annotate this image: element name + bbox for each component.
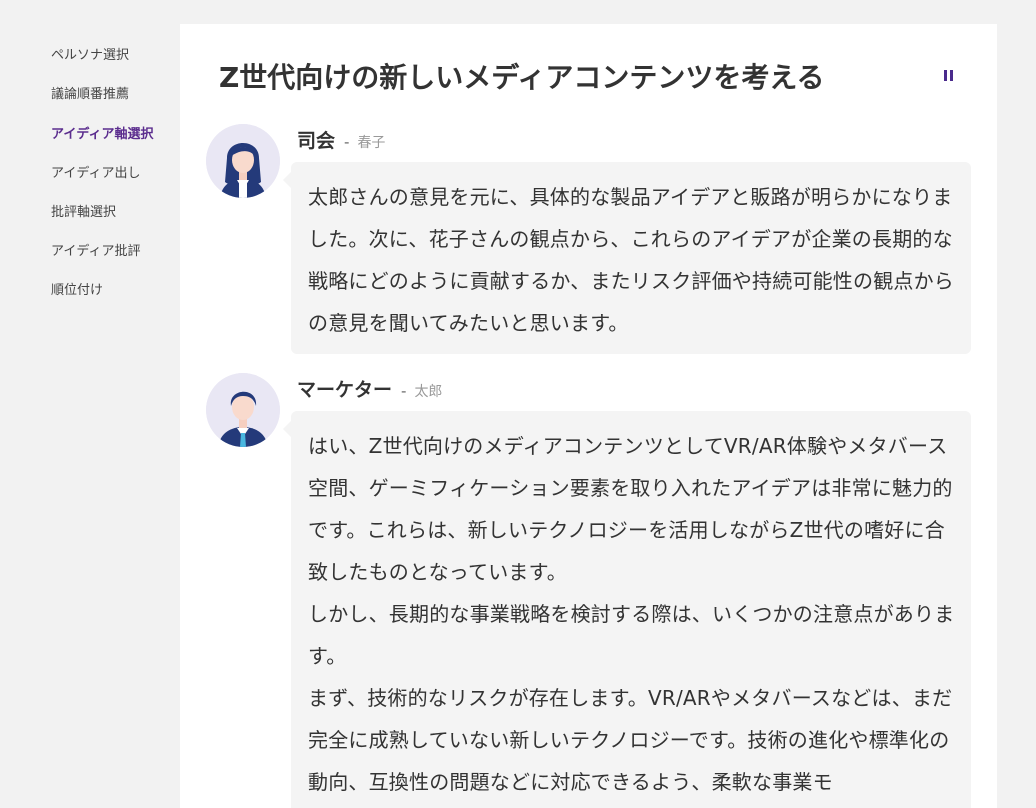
discussion-panel: Z世代向けの新しいメディアコンテンツを考える 司会 - 春子 太郎さんの意見を元… (180, 24, 997, 808)
message-text: はい、Z世代向けのメディアコンテンツとしてVR/AR体験やメタバース空間、ゲーミ… (308, 434, 953, 584)
sidebar-item-idea-critique[interactable]: アイディア批評 (51, 240, 140, 259)
sidebar-item-idea-axis-select[interactable]: アイディア軸選択 (51, 123, 153, 142)
sidebar-item-persona-select[interactable]: ペルソナ選択 (51, 44, 129, 63)
female-avatar-icon (206, 124, 280, 198)
speaker-separator: - (344, 133, 350, 151)
speaker-separator: - (401, 382, 407, 400)
sidebar-item-discussion-order[interactable]: 議論順番推薦 (51, 83, 129, 102)
pause-button[interactable] (944, 70, 954, 82)
speaker-name: 太郎 (414, 384, 443, 400)
sidebar-item-critique-axis-select[interactable]: 批評軸選択 (51, 201, 116, 220)
sidebar-nav: ペルソナ選択 議論順番推薦 アイディア軸選択 アイディア出し 批評軸選択 アイデ… (0, 0, 180, 808)
sidebar-item-idea-generation[interactable]: アイディア出し (51, 162, 140, 181)
page-title: Z世代向けの新しいメディアコンテンツを考える (219, 61, 825, 94)
message-bubble: はい、Z世代向けのメディアコンテンツとしてVR/AR体験やメタバース空間、ゲーミ… (283, 411, 971, 808)
speaker-role: 司会 (297, 130, 336, 152)
sidebar-item-ranking[interactable]: 順位付け (51, 279, 103, 298)
pause-icon (944, 70, 947, 81)
speaker-name: 春子 (357, 135, 386, 151)
message-bubble: 太郎さんの意見を元に、具体的な製品アイデアと販路が明らかになりました。次に、花子… (283, 162, 971, 354)
message-text: まず、技術的なリスクが存在します。VR/ARやメタバースなどは、まだ完全に成熟し… (308, 686, 953, 794)
speaker-role: マーケター (297, 379, 393, 401)
message-text: しかし、長期的な事業戦略を検討する際は、いくつかの注意点があります。 (308, 602, 955, 668)
message-header: 司会 - 春子 (297, 126, 385, 153)
message-header: マーケター - 太郎 (297, 375, 442, 402)
message-text: 太郎さんの意見を元に、具体的な製品アイデアと販路が明らかになりました。次に、花子… (308, 185, 954, 335)
pause-icon-bar (950, 70, 953, 81)
male-avatar-icon (206, 373, 280, 447)
